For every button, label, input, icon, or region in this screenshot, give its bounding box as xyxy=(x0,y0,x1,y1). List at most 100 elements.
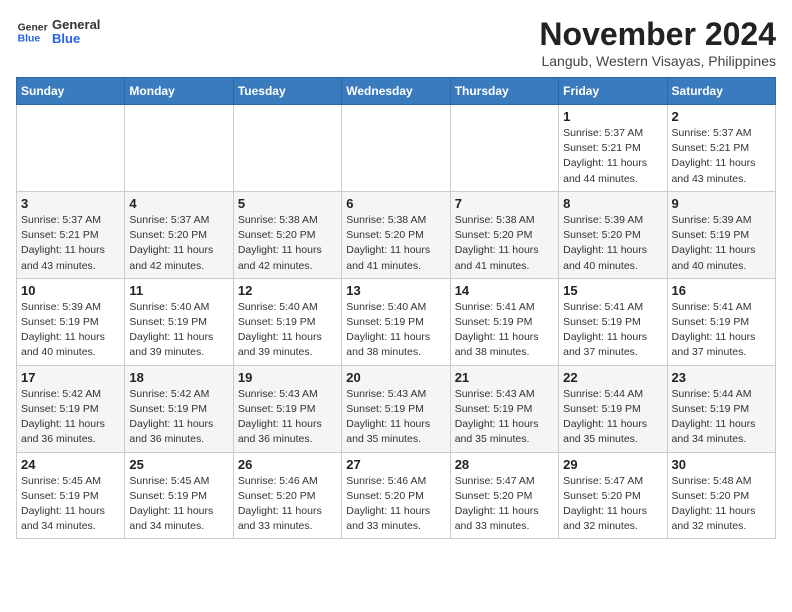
calendar-cell: 25 Sunrise: 5:45 AM Sunset: 5:19 PM Dayli… xyxy=(125,452,233,539)
day-info: Sunrise: 5:42 AM Sunset: 5:19 PM Dayligh… xyxy=(129,387,228,448)
day-info: Sunrise: 5:38 AM Sunset: 5:20 PM Dayligh… xyxy=(455,213,554,274)
day-number: 4 xyxy=(129,196,228,211)
calendar-cell: 29 Sunrise: 5:47 AM Sunset: 5:20 PM Dayli… xyxy=(559,452,667,539)
calendar-cell: 1Sunrise: 5:37 AM Sunset: 5:21 PM Daylig… xyxy=(559,105,667,192)
day-number: 23 xyxy=(672,370,771,385)
calendar-cell: 30 Sunrise: 5:48 AM Sunset: 5:20 PM Dayli… xyxy=(667,452,775,539)
logo: General Blue General Blue xyxy=(16,16,100,48)
day-number: 21 xyxy=(455,370,554,385)
day-info: Sunrise: 5:47 AM Sunset: 5:20 PM Dayligh… xyxy=(563,474,662,535)
weekday-header-tuesday: Tuesday xyxy=(233,78,341,105)
calendar-cell xyxy=(17,105,125,192)
day-number: 18 xyxy=(129,370,228,385)
day-info: Sunrise: 5:48 AM Sunset: 5:20 PM Dayligh… xyxy=(672,474,771,535)
day-number: 30 xyxy=(672,457,771,472)
month-year-title: November 2024 xyxy=(539,16,776,53)
day-info: Sunrise: 5:37 AM Sunset: 5:21 PM Dayligh… xyxy=(21,213,120,274)
day-number: 10 xyxy=(21,283,120,298)
day-number: 24 xyxy=(21,457,120,472)
day-info: Sunrise: 5:43 AM Sunset: 5:19 PM Dayligh… xyxy=(346,387,445,448)
calendar-cell: 8 Sunrise: 5:39 AM Sunset: 5:20 PM Daylig… xyxy=(559,191,667,278)
day-info: Sunrise: 5:41 AM Sunset: 5:19 PM Dayligh… xyxy=(455,300,554,361)
day-info: Sunrise: 5:43 AM Sunset: 5:19 PM Dayligh… xyxy=(238,387,337,448)
weekday-header-saturday: Saturday xyxy=(667,78,775,105)
weekday-header-monday: Monday xyxy=(125,78,233,105)
weekday-header-sunday: Sunday xyxy=(17,78,125,105)
day-info: Sunrise: 5:45 AM Sunset: 5:19 PM Dayligh… xyxy=(129,474,228,535)
logo-icon: General Blue xyxy=(16,16,48,48)
calendar-week-2: 3Sunrise: 5:37 AM Sunset: 5:21 PM Daylig… xyxy=(17,191,776,278)
day-info: Sunrise: 5:40 AM Sunset: 5:19 PM Dayligh… xyxy=(129,300,228,361)
svg-text:General: General xyxy=(18,22,48,33)
calendar-week-3: 10 Sunrise: 5:39 AM Sunset: 5:19 PM Dayli… xyxy=(17,278,776,365)
page-header: General Blue General Blue November 2024 … xyxy=(16,16,776,69)
day-number: 9 xyxy=(672,196,771,211)
calendar-cell xyxy=(342,105,450,192)
day-info: Sunrise: 5:39 AM Sunset: 5:19 PM Dayligh… xyxy=(672,213,771,274)
calendar-cell: 6 Sunrise: 5:38 AM Sunset: 5:20 PM Daylig… xyxy=(342,191,450,278)
calendar-cell: 11 Sunrise: 5:40 AM Sunset: 5:19 PM Dayli… xyxy=(125,278,233,365)
calendar-cell: 9 Sunrise: 5:39 AM Sunset: 5:19 PM Daylig… xyxy=(667,191,775,278)
day-info: Sunrise: 5:46 AM Sunset: 5:20 PM Dayligh… xyxy=(346,474,445,535)
day-info: Sunrise: 5:40 AM Sunset: 5:19 PM Dayligh… xyxy=(238,300,337,361)
day-number: 17 xyxy=(21,370,120,385)
day-info: Sunrise: 5:44 AM Sunset: 5:19 PM Dayligh… xyxy=(672,387,771,448)
calendar-cell xyxy=(233,105,341,192)
calendar-cell: 7 Sunrise: 5:38 AM Sunset: 5:20 PM Daylig… xyxy=(450,191,558,278)
calendar-cell: 10 Sunrise: 5:39 AM Sunset: 5:19 PM Dayli… xyxy=(17,278,125,365)
logo-line2: Blue xyxy=(52,32,100,46)
day-number: 19 xyxy=(238,370,337,385)
weekday-header-friday: Friday xyxy=(559,78,667,105)
day-number: 12 xyxy=(238,283,337,298)
day-number: 11 xyxy=(129,283,228,298)
calendar-cell xyxy=(450,105,558,192)
day-info: Sunrise: 5:37 AM Sunset: 5:20 PM Dayligh… xyxy=(129,213,228,274)
day-number: 27 xyxy=(346,457,445,472)
day-number: 28 xyxy=(455,457,554,472)
calendar-cell: 16Sunrise: 5:41 AM Sunset: 5:19 PM Dayli… xyxy=(667,278,775,365)
day-number: 20 xyxy=(346,370,445,385)
day-number: 8 xyxy=(563,196,662,211)
day-number: 16 xyxy=(672,283,771,298)
calendar-cell: 23 Sunrise: 5:44 AM Sunset: 5:19 PM Dayli… xyxy=(667,365,775,452)
calendar-cell: 24Sunrise: 5:45 AM Sunset: 5:19 PM Dayli… xyxy=(17,452,125,539)
weekday-header-thursday: Thursday xyxy=(450,78,558,105)
day-number: 13 xyxy=(346,283,445,298)
day-number: 7 xyxy=(455,196,554,211)
day-info: Sunrise: 5:39 AM Sunset: 5:19 PM Dayligh… xyxy=(21,300,120,361)
calendar-cell: 26 Sunrise: 5:46 AM Sunset: 5:20 PM Dayli… xyxy=(233,452,341,539)
calendar-week-1: 1Sunrise: 5:37 AM Sunset: 5:21 PM Daylig… xyxy=(17,105,776,192)
location-subtitle: Langub, Western Visayas, Philippines xyxy=(539,53,776,69)
day-number: 6 xyxy=(346,196,445,211)
day-info: Sunrise: 5:42 AM Sunset: 5:19 PM Dayligh… xyxy=(21,387,120,448)
calendar-table: SundayMondayTuesdayWednesdayThursdayFrid… xyxy=(16,77,776,539)
calendar-body: 1Sunrise: 5:37 AM Sunset: 5:21 PM Daylig… xyxy=(17,105,776,539)
calendar-header: SundayMondayTuesdayWednesdayThursdayFrid… xyxy=(17,78,776,105)
day-number: 26 xyxy=(238,457,337,472)
day-number: 5 xyxy=(238,196,337,211)
calendar-cell: 27 Sunrise: 5:46 AM Sunset: 5:20 PM Dayli… xyxy=(342,452,450,539)
day-info: Sunrise: 5:47 AM Sunset: 5:20 PM Dayligh… xyxy=(455,474,554,535)
calendar-cell: 18 Sunrise: 5:42 AM Sunset: 5:19 PM Dayli… xyxy=(125,365,233,452)
calendar-cell: 2Sunrise: 5:37 AM Sunset: 5:21 PM Daylig… xyxy=(667,105,775,192)
day-info: Sunrise: 5:41 AM Sunset: 5:19 PM Dayligh… xyxy=(563,300,662,361)
calendar-cell: 13 Sunrise: 5:40 AM Sunset: 5:19 PM Dayli… xyxy=(342,278,450,365)
svg-text:Blue: Blue xyxy=(18,34,41,45)
calendar-cell: 4 Sunrise: 5:37 AM Sunset: 5:20 PM Daylig… xyxy=(125,191,233,278)
logo-line1: General xyxy=(52,18,100,32)
day-info: Sunrise: 5:38 AM Sunset: 5:20 PM Dayligh… xyxy=(238,213,337,274)
weekday-header-wednesday: Wednesday xyxy=(342,78,450,105)
calendar-cell: 20 Sunrise: 5:43 AM Sunset: 5:19 PM Dayli… xyxy=(342,365,450,452)
day-info: Sunrise: 5:44 AM Sunset: 5:19 PM Dayligh… xyxy=(563,387,662,448)
day-info: Sunrise: 5:40 AM Sunset: 5:19 PM Dayligh… xyxy=(346,300,445,361)
calendar-cell: 15Sunrise: 5:41 AM Sunset: 5:19 PM Dayli… xyxy=(559,278,667,365)
calendar-cell: 28 Sunrise: 5:47 AM Sunset: 5:20 PM Dayli… xyxy=(450,452,558,539)
day-number: 2 xyxy=(672,109,771,124)
calendar-week-5: 24 Sunrise: 5:45 AM Sunset: 5:19 PM Dayli… xyxy=(17,452,776,539)
day-info: Sunrise: 5:46 AM Sunset: 5:20 PM Dayligh… xyxy=(238,474,337,535)
calendar-cell: 22Sunrise: 5:44 AM Sunset: 5:19 PM Dayli… xyxy=(559,365,667,452)
day-number: 29 xyxy=(563,457,662,472)
day-info: Sunrise: 5:38 AM Sunset: 5:20 PM Dayligh… xyxy=(346,213,445,274)
day-number: 25 xyxy=(129,457,228,472)
day-info: Sunrise: 5:39 AM Sunset: 5:20 PM Dayligh… xyxy=(563,213,662,274)
